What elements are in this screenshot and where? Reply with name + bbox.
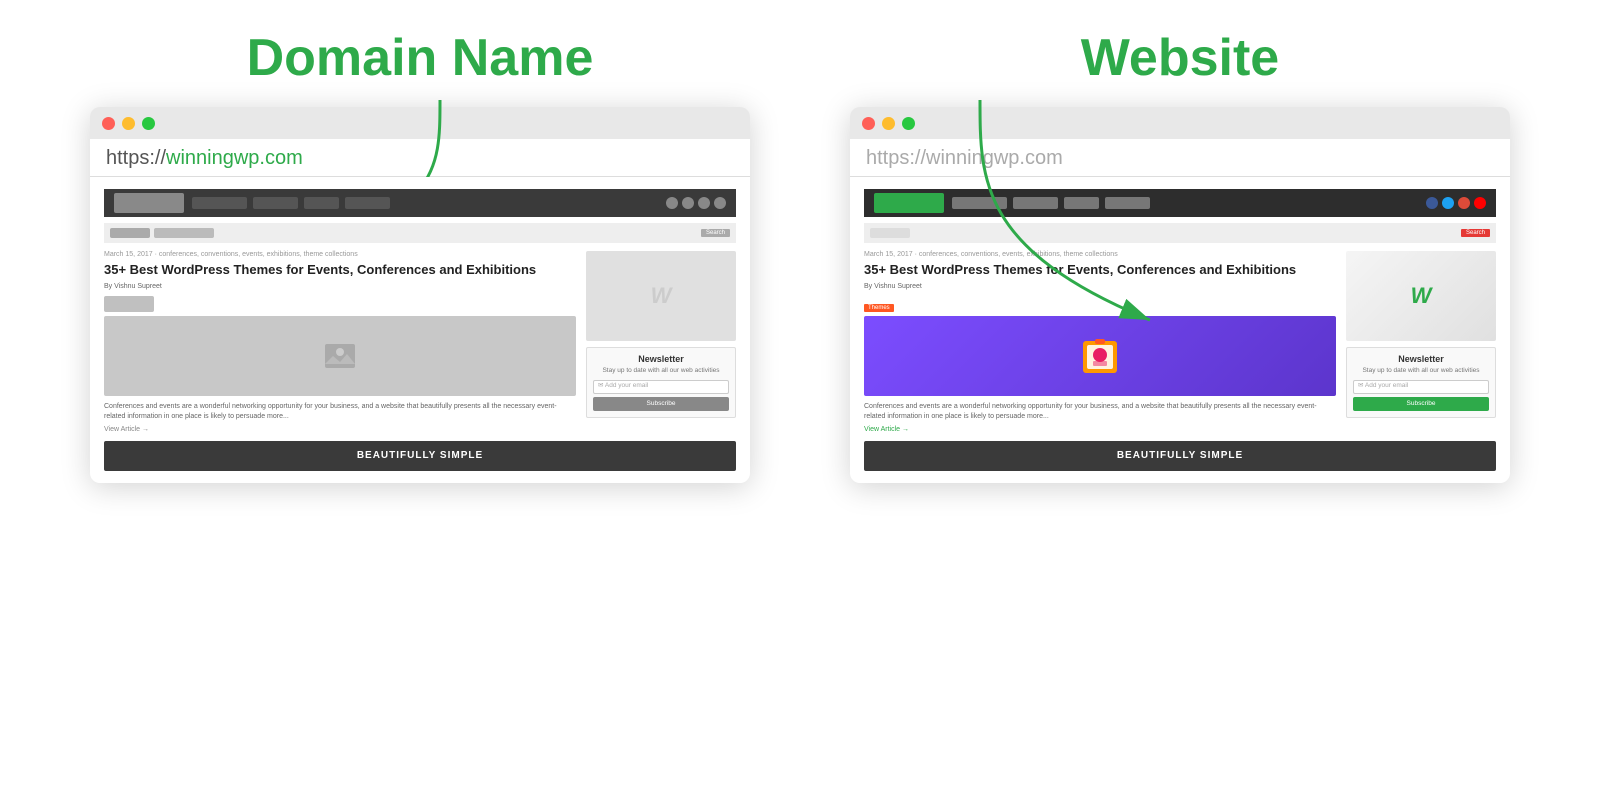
right-browser-titlebar [850,107,1510,139]
left-view-article: View Article → [104,426,576,433]
left-dot-yellow [122,117,135,130]
right-site-sidebar: W Newsletter Stay up to date with all ou… [1346,251,1496,432]
right-url-bar: https://winningwp.com [850,139,1510,177]
right-nav-item-1 [952,197,1007,209]
right-view-article: View Article → [864,426,1336,433]
right-newsletter-input[interactable]: ✉ Add your email [1353,380,1489,394]
left-site-main: March 15, 2017 · conferences, convention… [104,251,576,432]
right-social-gp [1458,197,1470,209]
left-themes-badge [104,296,154,312]
left-social-4 [714,197,726,209]
left-newsletter-title: Newsletter [593,354,729,364]
left-logo [114,193,184,213]
right-dot-yellow [882,117,895,130]
left-site-nav [104,189,736,217]
left-nav-item-4 [345,197,390,209]
left-browser-content: Search March 15, 2017 · conferences, con… [90,177,750,482]
right-social-fb [1426,197,1438,209]
right-article-excerpt: Conferences and events are a wonderful n… [864,402,1336,422]
left-newsletter-box: Newsletter Stay up to date with all our … [586,347,736,417]
left-nav-item-2 [253,197,298,209]
right-article-meta: March 15, 2017 · conferences, convention… [864,251,1336,258]
right-sidebar-logo: W [1346,251,1496,341]
right-nav-item-4 [1105,197,1150,209]
right-dot-red [862,117,875,130]
right-site-body: March 15, 2017 · conferences, convention… [864,251,1496,432]
left-newsletter-btn[interactable]: Subscribe [593,397,729,411]
left-secondary-text [154,228,214,238]
right-bottom-banner: BEAUTIFULLY SIMPLE [864,441,1496,471]
left-nav-item-1 [192,197,247,209]
left-url-bar: https://winningwp.com [90,139,750,177]
right-browser-content: Search March 15, 2017 · conferences, con… [850,177,1510,482]
right-secondary-bar: Search [864,223,1496,243]
right-search-btn[interactable]: Search [1461,229,1490,237]
domain-name-title: Domain Name [247,30,594,87]
left-article-image [104,316,576,396]
right-newsletter-box: Newsletter Stay up to date with all our … [1346,347,1496,417]
left-url-domain: winningwp.com [166,147,303,169]
right-newsletter-title: Newsletter [1353,354,1489,364]
left-browser-window: https://winningwp.com [90,107,750,482]
left-image-icon [320,336,360,376]
left-dot-green [142,117,155,130]
right-social-tw [1442,197,1454,209]
right-url-domain: winningwp.com [926,147,1063,169]
right-browser-window: https://winningwp.com [850,107,1510,482]
right-social-yt [1474,197,1486,209]
left-column: Domain Name https://winningwp.com [80,30,760,483]
left-dot-red [102,117,115,130]
right-nav-items [952,197,1150,209]
left-site-body: March 15, 2017 · conferences, convention… [104,251,736,432]
left-article-meta: March 15, 2017 · conferences, convention… [104,251,576,258]
left-article-author: By Vishnu Supreet [104,283,576,290]
left-secondary-bar: Search [104,223,736,243]
right-stars [870,228,910,238]
right-column: Website https://winningwp.com [840,30,1520,483]
right-nav-item-2 [1013,197,1058,209]
left-browser-titlebar [90,107,750,139]
right-themes-badge: Themes [864,304,894,312]
right-site-main: March 15, 2017 · conferences, convention… [864,251,1336,432]
left-social-3 [698,197,710,209]
right-article-title: 35+ Best WordPress Themes for Events, Co… [864,262,1336,279]
left-newsletter-sub: Stay up to date with all our web activit… [593,367,729,375]
right-article-image [864,316,1336,396]
left-nav-item-3 [304,197,339,209]
left-nav-items [192,197,390,209]
right-secondary-text [914,228,974,238]
right-newsletter-sub: Stay up to date with all our web activit… [1353,367,1489,375]
right-nav-item-3 [1064,197,1099,209]
left-site-sidebar: W Newsletter Stay up to date with all ou… [586,251,736,432]
right-article-author: By Vishnu Supreet [864,283,1336,290]
page-container: Domain Name https://winningwp.com [0,0,1600,798]
right-image-icon [1075,331,1125,381]
right-site-nav [864,189,1496,217]
right-social [1426,197,1486,209]
left-social-2 [682,197,694,209]
left-article-excerpt: Conferences and events are a wonderful n… [104,402,576,422]
left-sidebar-logo: W [586,251,736,341]
right-logo [874,193,944,213]
right-dot-green [902,117,915,130]
left-bottom-banner: BEAUTIFULLY SIMPLE [104,441,736,471]
right-url-prefix: https:// [866,147,926,169]
left-social [666,197,726,209]
left-stars [110,228,150,238]
right-newsletter-btn[interactable]: Subscribe [1353,397,1489,411]
left-url-prefix: https:// [106,147,166,169]
website-title: Website [1081,30,1279,87]
left-social-1 [666,197,678,209]
left-search-btn: Search [701,229,730,237]
left-newsletter-input[interactable]: ✉ Add your email [593,380,729,394]
left-article-title: 35+ Best WordPress Themes for Events, Co… [104,262,576,279]
